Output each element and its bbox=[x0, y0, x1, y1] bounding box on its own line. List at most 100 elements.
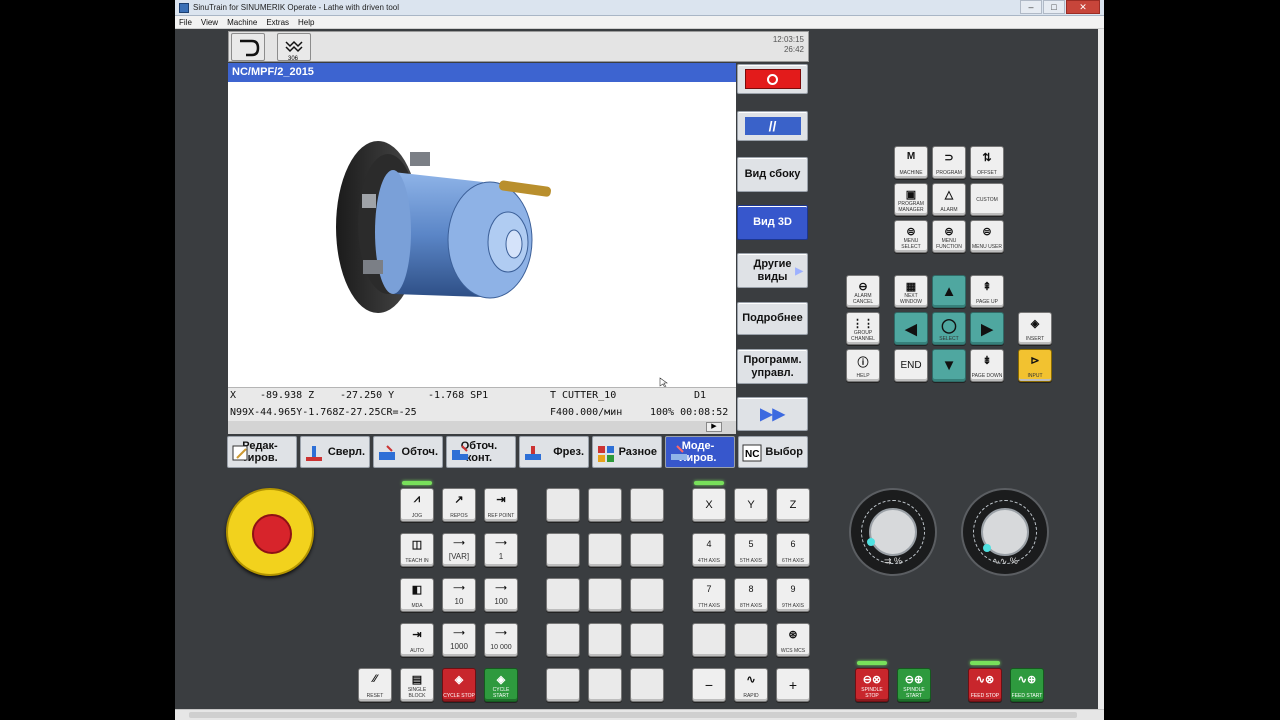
blank-key[interactable] bbox=[546, 668, 580, 702]
plus-key[interactable]: + bbox=[776, 668, 810, 702]
feed-start-key[interactable]: ∿⊕ FEED START bbox=[1010, 668, 1044, 702]
offset-key[interactable]: ⇅ OFFSET bbox=[970, 146, 1004, 179]
simulation-icon[interactable]: 306 bbox=[277, 33, 311, 62]
select-key[interactable]: ◯ SELECT bbox=[932, 312, 966, 345]
axis-4-key[interactable]: 4 4TH AXIS bbox=[692, 533, 726, 567]
softkey-other-views[interactable]: Другие виды ▶ bbox=[737, 253, 808, 288]
mda-key[interactable]: ◧ MDA bbox=[400, 578, 434, 612]
softkey-3d-view[interactable]: Вид 3D bbox=[737, 205, 808, 240]
spindle-override-dial[interactable]: ∿∿ % bbox=[961, 488, 1049, 576]
custom-key[interactable]: CUSTOM bbox=[970, 183, 1004, 216]
close-button[interactable]: ✕ bbox=[1066, 0, 1100, 14]
increment-100-key[interactable]: ⟶ 100 bbox=[484, 578, 518, 612]
feed-override-dial[interactable]: ⇉ % bbox=[849, 488, 937, 576]
blank-key[interactable] bbox=[588, 623, 622, 657]
softkey-drilling[interactable]: Сверл. bbox=[300, 436, 370, 468]
blank-key[interactable] bbox=[630, 578, 664, 612]
feed-stop-key[interactable]: ∿⊗ FEED STOP bbox=[968, 668, 1002, 702]
blank-key[interactable] bbox=[546, 578, 580, 612]
softkey-edit[interactable]: Редак- тиров. bbox=[227, 436, 297, 468]
parallel-icon-softkey[interactable]: // bbox=[737, 111, 808, 141]
axis-9-key[interactable]: 9 9TH AXIS bbox=[776, 578, 810, 612]
softkey-misc[interactable]: Разное bbox=[592, 436, 662, 468]
blank-key[interactable] bbox=[630, 488, 664, 522]
axis-7-key[interactable]: 7 7TH AXIS bbox=[692, 578, 726, 612]
cycle-stop-key[interactable]: ◈ CYCLE STOP bbox=[442, 668, 476, 702]
var-increment-key[interactable]: ⟶ [VAR] bbox=[442, 533, 476, 567]
menu-view[interactable]: View bbox=[201, 18, 218, 27]
menu-file[interactable]: File bbox=[179, 18, 192, 27]
menu-function-key[interactable]: ⊜ MENU FUNCTION bbox=[932, 220, 966, 253]
repos-key[interactable]: ↗ REPOS bbox=[442, 488, 476, 522]
axis-6-key[interactable]: 6 6TH AXIS bbox=[776, 533, 810, 567]
softkey-details[interactable]: Подробнее bbox=[737, 302, 808, 335]
rapid-key[interactable]: ∿ RAPID bbox=[734, 668, 768, 702]
softkey-program-control[interactable]: Программ. управл. bbox=[737, 349, 808, 384]
menu-user-key[interactable]: ⊜ MENU USER bbox=[970, 220, 1004, 253]
axis-8-key[interactable]: 8 8TH AXIS bbox=[734, 578, 768, 612]
softkey-simulation[interactable]: Моде- лиров. bbox=[665, 436, 735, 468]
blank-key[interactable] bbox=[630, 668, 664, 702]
wcs-mcs-key[interactable]: ⊛ WCS MCS bbox=[776, 623, 810, 657]
increment-10000-key[interactable]: ⟶ 10 000 bbox=[484, 623, 518, 657]
arrow-left-key[interactable]: ◀ bbox=[894, 312, 928, 345]
cycle-start-key[interactable]: ◈ CYCLE START bbox=[484, 668, 518, 702]
axis-x-key[interactable]: X bbox=[692, 488, 726, 522]
menu-help[interactable]: Help bbox=[298, 18, 314, 27]
blank-key[interactable] bbox=[588, 533, 622, 567]
softkey-turning[interactable]: Обточ. bbox=[373, 436, 443, 468]
emergency-indicator[interactable] bbox=[737, 64, 808, 94]
horizontal-scrollbar[interactable] bbox=[175, 709, 1104, 720]
blank-key[interactable] bbox=[546, 488, 580, 522]
softkey-milling[interactable]: Фрез. bbox=[519, 436, 589, 468]
blank-key[interactable] bbox=[692, 623, 726, 657]
blank-key[interactable] bbox=[630, 623, 664, 657]
teach-in-key[interactable]: ◫ TEACH IN bbox=[400, 533, 434, 567]
blank-key[interactable] bbox=[588, 668, 622, 702]
alarm-key[interactable]: △ ALARM bbox=[932, 183, 966, 216]
increment-1000-key[interactable]: ⟶ 1000 bbox=[442, 623, 476, 657]
blank-key[interactable] bbox=[734, 623, 768, 657]
menu-extras[interactable]: Extras bbox=[266, 18, 289, 27]
help-key[interactable]: ⓘ HELP bbox=[846, 349, 880, 382]
softkey-select[interactable]: NC Выбор bbox=[738, 436, 808, 468]
menu-machine[interactable]: Machine bbox=[227, 18, 257, 27]
blank-key[interactable] bbox=[630, 533, 664, 567]
page-down-key[interactable]: ⇟ PAGE DOWN bbox=[970, 349, 1004, 382]
softkey-side-view[interactable]: Вид сбоку bbox=[737, 157, 808, 192]
axis-z-key[interactable]: Z bbox=[776, 488, 810, 522]
auto-key[interactable]: ⇥ AUTO bbox=[400, 623, 434, 657]
increment-1-key[interactable]: ⟶ 1 bbox=[484, 533, 518, 567]
jog-key[interactable]: ⩘ JOG bbox=[400, 488, 434, 522]
forward-icon-softkey[interactable]: ▶▶ bbox=[737, 397, 808, 431]
axis-5-key[interactable]: 5 5TH AXIS bbox=[734, 533, 768, 567]
input-key[interactable]: ⊳ INPUT bbox=[1018, 349, 1052, 382]
program-icon[interactable] bbox=[231, 33, 265, 61]
alarm-cancel-key[interactable]: ⊖ ALARM CANCEL bbox=[846, 275, 880, 308]
axis-y-key[interactable]: Y bbox=[734, 488, 768, 522]
arrow-down-key[interactable]: ▼ bbox=[932, 349, 966, 382]
page-arrow[interactable]: ▶ bbox=[706, 422, 722, 432]
group-channel-key[interactable]: ⋮⋮ GROUP CHANNEL bbox=[846, 312, 880, 345]
next-window-key[interactable]: ▦ NEXT WINDOW bbox=[894, 275, 928, 308]
blank-key[interactable] bbox=[588, 578, 622, 612]
blank-key[interactable] bbox=[546, 533, 580, 567]
spindle-start-key[interactable]: ⊖⊕ SPINDLE START bbox=[897, 668, 931, 702]
arrow-right-key[interactable]: ▶ bbox=[970, 312, 1004, 345]
reset-key[interactable]: ⁄⁄ RESET bbox=[358, 668, 392, 702]
softkey-contour-turning[interactable]: Обточ. конт. bbox=[446, 436, 516, 468]
arrow-up-key[interactable]: ▲ bbox=[932, 275, 966, 308]
simulation-3d-view[interactable] bbox=[228, 82, 736, 389]
vertical-scrollbar[interactable] bbox=[1098, 29, 1104, 709]
maximize-button[interactable]: □ bbox=[1043, 0, 1065, 14]
insert-key[interactable]: ◈ INSERT bbox=[1018, 312, 1052, 345]
program-key[interactable]: ⊃ PROGRAM bbox=[932, 146, 966, 179]
menu-select-key[interactable]: ⊜ MENU SELECT bbox=[894, 220, 928, 253]
minus-key[interactable]: − bbox=[692, 668, 726, 702]
page-up-key[interactable]: ⇞ PAGE UP bbox=[970, 275, 1004, 308]
end-key[interactable]: END bbox=[894, 349, 928, 382]
program-manager-key[interactable]: ▣ PROGRAM MANAGER bbox=[894, 183, 928, 216]
spindle-stop-key[interactable]: ⊖⊗ SPINDLE STOP bbox=[855, 668, 889, 702]
blank-key[interactable] bbox=[546, 623, 580, 657]
increment-10-key[interactable]: ⟶ 10 bbox=[442, 578, 476, 612]
